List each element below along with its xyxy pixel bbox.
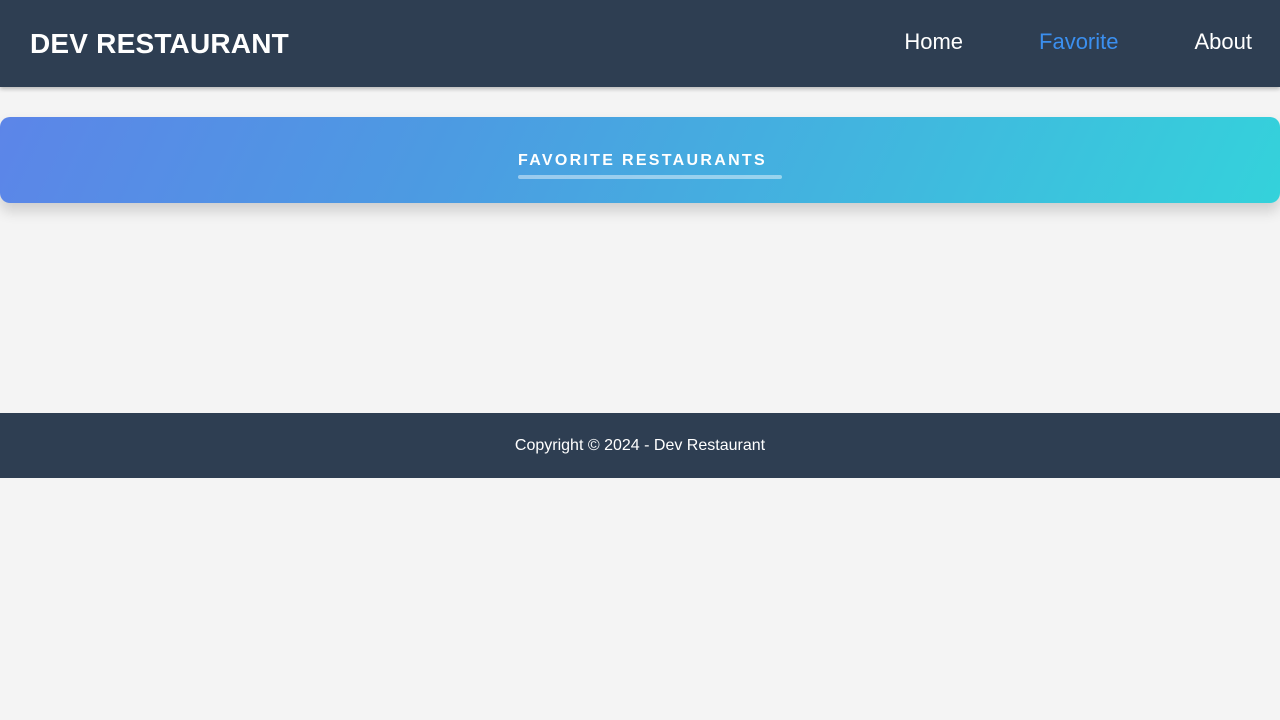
brand-logo[interactable]: DEV RESTAURANT [30, 27, 289, 61]
nav-link-favorite[interactable]: Favorite [1039, 29, 1118, 55]
site-footer: Copyright © 2024 - Dev Restaurant [0, 413, 1280, 478]
copyright-text: Copyright © 2024 - Dev Restaurant [514, 437, 766, 454]
title-underline [518, 175, 782, 179]
site-header: DEV RESTAURANT Home Favorite About [0, 0, 1280, 87]
nav-item-favorite: Favorite [1039, 29, 1118, 55]
nav-item-about: About [1195, 29, 1253, 55]
favorites-banner: FAVORITE RESTAURANTS [0, 117, 1280, 203]
page-title: FAVORITE RESTAURANTS [518, 152, 767, 169]
nav-item-home: Home [904, 29, 963, 55]
nav-link-home[interactable]: Home [904, 29, 963, 55]
nav-link-about[interactable]: About [1195, 29, 1253, 55]
main-nav: Home Favorite About [904, 29, 1252, 55]
